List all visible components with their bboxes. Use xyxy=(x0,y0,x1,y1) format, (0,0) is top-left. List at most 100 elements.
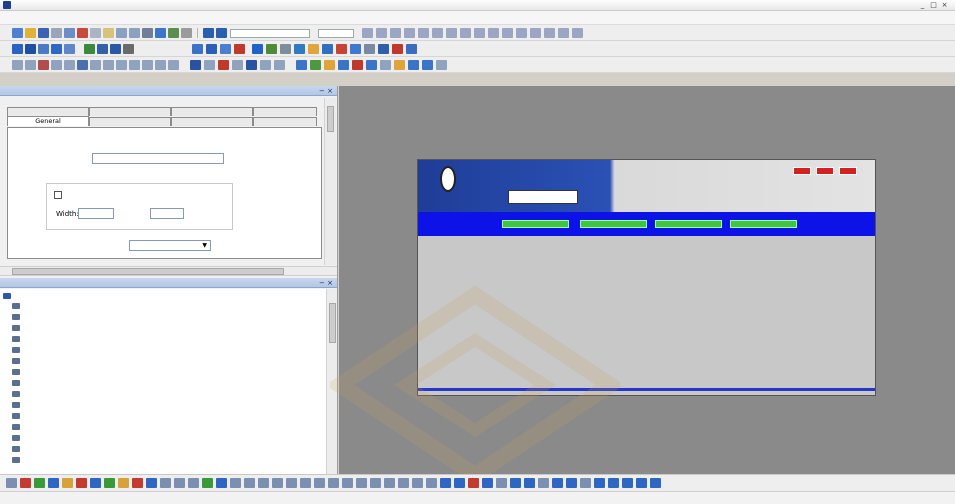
site-tree-scrollbar[interactable] xyxy=(326,289,337,474)
form-icon[interactable] xyxy=(84,44,95,54)
tool-icon-27[interactable] xyxy=(380,60,391,70)
shape-icon-30[interactable] xyxy=(440,478,451,488)
site-icon[interactable] xyxy=(12,44,23,54)
publish-icon[interactable] xyxy=(203,28,214,38)
spell-icon[interactable] xyxy=(558,28,569,38)
shape-icon-37[interactable] xyxy=(538,478,549,488)
close-button[interactable]: × xyxy=(940,1,949,9)
shape-icon-2[interactable] xyxy=(48,478,59,488)
panel-close-button[interactable]: − × xyxy=(315,86,333,96)
size-combo[interactable] xyxy=(318,29,354,38)
tool-icon-5[interactable] xyxy=(64,60,75,70)
top-button-2[interactable] xyxy=(816,167,834,175)
tree-item[interactable] xyxy=(12,455,23,465)
insert-icon-h[interactable] xyxy=(294,44,305,54)
highlight-icon[interactable] xyxy=(530,28,541,38)
tool-icon-9[interactable] xyxy=(116,60,127,70)
insert-icon-c[interactable] xyxy=(220,44,231,54)
nav-button-4[interactable] xyxy=(730,220,797,228)
tool-icon-18[interactable] xyxy=(246,60,257,70)
shape-icon-36[interactable] xyxy=(524,478,535,488)
height-input[interactable] xyxy=(150,208,184,219)
shape-icon-1[interactable] xyxy=(34,478,45,488)
tool-icon-13[interactable] xyxy=(168,60,179,70)
tool-icon-23[interactable] xyxy=(324,60,335,70)
tree-item[interactable] xyxy=(12,356,23,366)
tool-icon-6[interactable] xyxy=(77,60,88,70)
properties-scrollbar[interactable] xyxy=(324,98,336,265)
shape-icon-26[interactable] xyxy=(384,478,395,488)
shape-icon-6[interactable] xyxy=(104,478,115,488)
redo-icon[interactable] xyxy=(129,28,140,38)
tool-icon-24[interactable] xyxy=(338,60,349,70)
bullets-icon[interactable] xyxy=(474,28,485,38)
tab-layout-grid[interactable] xyxy=(89,107,171,116)
site-explorer-close-button[interactable]: − × xyxy=(315,278,333,288)
tool-icon-14[interactable] xyxy=(190,60,201,70)
nav-button-3[interactable] xyxy=(655,220,722,228)
align-right-icon[interactable] xyxy=(446,28,457,38)
shape-icon-22[interactable] xyxy=(328,478,339,488)
tree-item[interactable] xyxy=(12,312,23,322)
tree-item[interactable] xyxy=(12,444,23,454)
paste-icon[interactable] xyxy=(103,28,114,38)
insert-icon-e[interactable] xyxy=(252,44,263,54)
shape-icon-15[interactable] xyxy=(230,478,241,488)
insert-icon-o[interactable] xyxy=(392,44,403,54)
tab-additional-files[interactable] xyxy=(7,107,89,116)
tab-transitions[interactable] xyxy=(253,107,317,116)
insert-icon-g[interactable] xyxy=(280,44,291,54)
top-button-1[interactable] xyxy=(793,167,811,175)
tab-margins[interactable] xyxy=(253,117,317,126)
format-icon[interactable] xyxy=(572,28,583,38)
find-icon[interactable] xyxy=(142,28,153,38)
shape-icon-25[interactable] xyxy=(370,478,381,488)
tool-icon-11[interactable] xyxy=(142,60,153,70)
tool-icon-25[interactable] xyxy=(352,60,363,70)
tool-icon-20[interactable] xyxy=(274,60,285,70)
shape-icon-38[interactable] xyxy=(552,478,563,488)
tree-item[interactable] xyxy=(12,301,23,311)
insert-icon-f[interactable] xyxy=(266,44,277,54)
shape-icon-41[interactable] xyxy=(594,478,605,488)
shape-icon-19[interactable] xyxy=(286,478,297,488)
preview-browser-icon[interactable] xyxy=(216,28,227,38)
tool-icon-29[interactable] xyxy=(408,60,419,70)
tree-item[interactable] xyxy=(12,389,23,399)
style-combo[interactable] xyxy=(230,29,310,38)
tool-icon-8[interactable] xyxy=(103,60,114,70)
tree-item[interactable] xyxy=(12,422,23,432)
tool-icon-12[interactable] xyxy=(155,60,166,70)
tool-icon-21[interactable] xyxy=(296,60,307,70)
line-icon[interactable] xyxy=(20,478,31,488)
tool-icon-19[interactable] xyxy=(260,60,271,70)
top-button-3[interactable] xyxy=(839,167,857,175)
save-icon[interactable] xyxy=(38,28,49,38)
shape-icon-27[interactable] xyxy=(398,478,409,488)
shape-icon-9[interactable] xyxy=(146,478,157,488)
app-icon[interactable] xyxy=(3,1,11,9)
layout-icon[interactable] xyxy=(51,44,62,54)
link-icon[interactable] xyxy=(155,28,166,38)
open-icon[interactable] xyxy=(25,28,36,38)
shape-icon-43[interactable] xyxy=(622,478,633,488)
align-center-icon[interactable] xyxy=(432,28,443,38)
strike-icon[interactable] xyxy=(404,28,415,38)
shape-icon-17[interactable] xyxy=(258,478,269,488)
insert-icon-l[interactable] xyxy=(350,44,361,54)
shape-icon-7[interactable] xyxy=(118,478,129,488)
shape-icon-34[interactable] xyxy=(496,478,507,488)
shape-icon-10[interactable] xyxy=(160,478,171,488)
tool-icon-26[interactable] xyxy=(366,60,377,70)
nav-button-1[interactable] xyxy=(502,220,569,228)
print-icon[interactable] xyxy=(51,28,62,38)
tool-icon-10[interactable] xyxy=(129,60,140,70)
shape-icon-16[interactable] xyxy=(244,478,255,488)
tool-icon-1[interactable] xyxy=(12,60,23,70)
shape-icon-44[interactable] xyxy=(636,478,647,488)
navbar-icon[interactable] xyxy=(97,44,108,54)
tool-icon-2[interactable] xyxy=(25,60,36,70)
tool-icon-3[interactable] xyxy=(38,60,49,70)
shape-icon-3[interactable] xyxy=(62,478,73,488)
indent-icon[interactable] xyxy=(502,28,513,38)
